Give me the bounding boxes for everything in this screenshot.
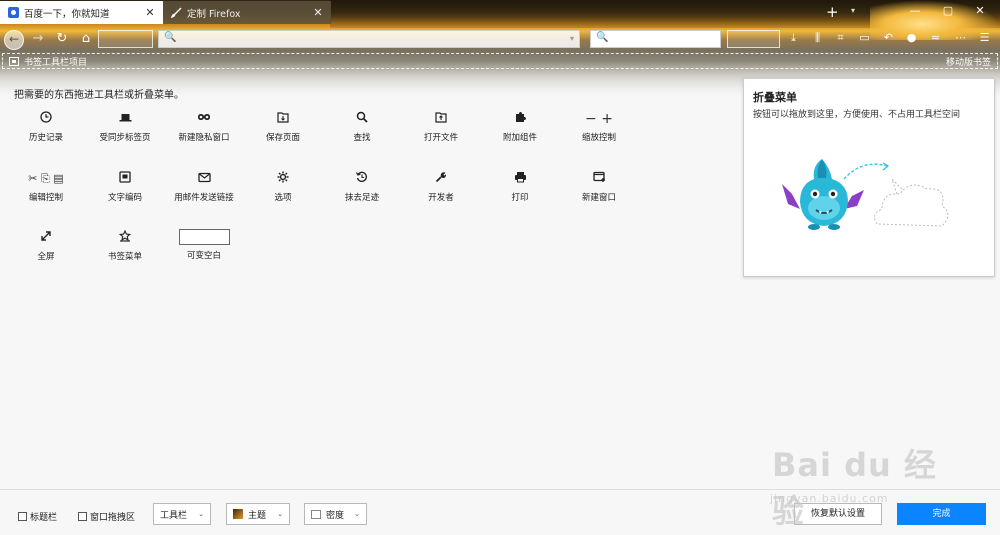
chevron-down-icon: ⌄	[277, 510, 283, 518]
palette-item-print[interactable]: 打印	[480, 170, 560, 220]
palette-item-edit-controls[interactable]: ✂ ⎘ ▤ 编辑控制	[6, 170, 86, 220]
palette-item-bookmarks-menu[interactable]: 书签菜单	[85, 229, 165, 279]
checkbox-box[interactable]	[78, 512, 87, 521]
customize-hint: 把需要的东西拖进工具栏或折叠菜单。	[14, 90, 184, 101]
flexible-space-preview	[178, 229, 230, 245]
text-encoding-icon	[85, 170, 165, 188]
options-gear-icon	[243, 170, 323, 188]
watermark-logo-text: Bai du 经验	[772, 446, 937, 530]
palette-item-zoom-controls[interactable]: − + 缩放控制	[559, 110, 639, 160]
flexible-space-slot[interactable]	[727, 30, 780, 48]
bookmarks-toolbar-items[interactable]: 书签工具栏项目	[9, 55, 87, 68]
email-link-icon	[164, 170, 244, 188]
palette-item-developer[interactable]: 开发者	[401, 170, 481, 220]
bookmarks-toolbar: 书签工具栏项目 移动版书签	[2, 53, 998, 69]
bookmarks-toolbar-label: 书签工具栏项目	[24, 58, 88, 68]
hamburger-menu-icon[interactable]: ☰	[977, 31, 992, 44]
minimize-icon[interactable]: —	[908, 4, 922, 17]
forget-history-icon	[322, 170, 402, 188]
home-button[interactable]: ⌂	[78, 31, 94, 46]
palette-item-fullscreen[interactable]: 全屏	[6, 229, 86, 279]
search-bar[interactable]: 🔍	[590, 30, 721, 48]
palette-item-addons[interactable]: 附加组件	[480, 110, 560, 160]
watermark-url: jingyan.baidu.com	[770, 492, 889, 505]
sidebar-icon[interactable]: ▭	[857, 31, 872, 44]
search-icon: 🔍	[164, 32, 177, 43]
overflow-chevron-icon[interactable]: ⋯	[953, 31, 968, 44]
chevron-down-icon: ⌄	[354, 510, 360, 518]
flexible-space-slot[interactable]	[98, 30, 153, 48]
customize-palette: 历史记录 受同步标签页 新建隐私窗口 保存页面 查找 打开文件 附加组件 − +…	[6, 110, 646, 290]
mobile-bookmarks-label[interactable]: 移动版书签	[946, 55, 991, 68]
palette-item-open-file[interactable]: 打开文件	[401, 110, 481, 160]
toolbars-dropdown[interactable]: 工具栏 ⌄	[153, 503, 211, 525]
find-magnifier-icon	[322, 110, 402, 128]
list-all-tabs-icon[interactable]: ▾	[851, 6, 855, 15]
palette-item-new-window[interactable]: 新建窗口	[559, 170, 639, 220]
drag-space-checkbox[interactable]: 窗口拖拽区	[78, 510, 135, 523]
palette-item-find[interactable]: 查找	[322, 110, 402, 160]
palette-item-private-window[interactable]: 新建隐私窗口	[164, 110, 244, 160]
palette-item-flexible-space[interactable]: 可变空白	[164, 229, 244, 279]
addons-puzzle-icon	[480, 110, 560, 128]
tab-close-icon[interactable]: ✕	[313, 6, 323, 19]
tab-customize-firefox[interactable]: 定制 Firefox ✕	[163, 1, 331, 24]
palette-item-save-page[interactable]: 保存页面	[243, 110, 323, 160]
private-mask-icon	[164, 110, 244, 128]
tab-strip: 百度一下，你就知道 ✕ 定制 Firefox ✕ + ▾ — ▢ ✕	[0, 0, 1000, 24]
chat-bubble-icon[interactable]: ●	[904, 31, 919, 44]
palette-item-options[interactable]: 选项	[243, 170, 323, 220]
back-button[interactable]: ←	[4, 30, 24, 50]
density-dropdown[interactable]: 密度 ⌄	[304, 503, 367, 525]
themes-dropdown[interactable]: 主题 ⌄	[226, 503, 290, 525]
library-icon[interactable]: ⫼	[810, 31, 825, 45]
palette-item-forget[interactable]: 抹去足迹	[322, 170, 402, 220]
palette-item-email-link[interactable]: 用邮件发送链接	[164, 170, 244, 220]
undo-icon[interactable]: ↶	[881, 31, 896, 44]
overflow-panel-title: 折叠菜单	[753, 91, 797, 104]
checkbox-box[interactable]	[18, 512, 27, 521]
paintbrush-icon	[170, 7, 182, 19]
url-bar[interactable]: 🔍 ▾	[158, 30, 580, 48]
open-file-icon	[401, 110, 481, 128]
synced-tabs-icon	[85, 110, 165, 128]
new-window-icon	[559, 170, 639, 188]
tab-close-icon[interactable]: ✕	[145, 6, 155, 19]
fullscreen-icon	[6, 229, 86, 247]
overflow-panel-description: 按钮可以拖放到这里，方便使用、不占用工具栏空间	[753, 110, 961, 120]
theme-swatch-icon	[233, 509, 243, 519]
forward-button[interactable]: →	[30, 31, 46, 46]
reload-button[interactable]: ↻	[54, 31, 70, 46]
chevron-down-icon: ⌄	[198, 510, 204, 518]
close-window-icon[interactable]: ✕	[973, 4, 987, 17]
overflow-menu-panel[interactable]: 折叠菜单 按钮可以拖放到这里，方便使用、不占用工具栏空间	[743, 78, 995, 277]
tab-baidu[interactable]: 百度一下，你就知道 ✕	[0, 1, 163, 24]
new-tab-icon[interactable]: +	[826, 3, 839, 21]
bookmarks-menu-icon	[85, 229, 165, 247]
palette-item-synced-tabs[interactable]: 受同步标签页	[85, 110, 165, 160]
navigation-toolbar: ← → ↻ ⌂ 🔍 ▾ 🔍 ⤓ ⫼ ⌗ ▭ ↶ ● ≈ ⋯ ☰	[0, 26, 1000, 52]
maximize-icon[interactable]: ▢	[941, 4, 955, 17]
dragon-illustration	[782, 159, 949, 230]
search-icon: 🔍	[596, 32, 609, 43]
history-clock-icon	[6, 110, 86, 128]
screenshot-icon[interactable]: ⌗	[833, 31, 848, 45]
tab-title: 百度一下，你就知道	[24, 8, 110, 20]
downloads-icon[interactable]: ⤓	[786, 31, 801, 45]
density-icon	[311, 509, 321, 519]
baidu-jingyan-watermark: Bai du 经验 jingyan.baidu.com	[760, 440, 960, 530]
rss-icon[interactable]: ≈	[928, 31, 943, 44]
tab-title: 定制 Firefox	[187, 8, 241, 20]
chevron-down-icon[interactable]: ▾	[570, 34, 574, 43]
edit-controls-icon: ✂ ⎘ ▤	[28, 172, 64, 185]
save-page-icon	[243, 110, 323, 128]
developer-wrench-icon	[401, 170, 481, 188]
baidu-paw-icon	[8, 7, 19, 18]
zoom-controls-icon: − +	[585, 111, 613, 127]
titlebar-checkbox[interactable]: 标题栏	[18, 510, 57, 523]
bookmark-folder-icon	[9, 57, 19, 66]
print-icon	[480, 170, 560, 188]
palette-item-history[interactable]: 历史记录	[6, 110, 86, 160]
palette-item-text-encoding[interactable]: 文字编码	[85, 170, 165, 220]
